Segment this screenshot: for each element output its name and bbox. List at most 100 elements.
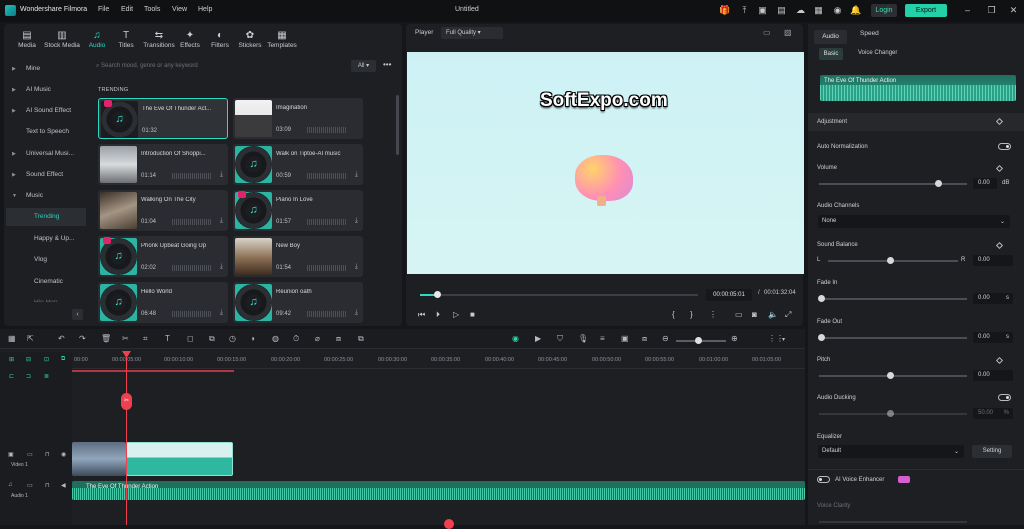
download-icon[interactable]: ⤓	[220, 171, 223, 179]
tool-audio[interactable]: ♫ Audio	[82, 30, 112, 49]
speed-icon[interactable]: ◷	[229, 334, 236, 343]
crop-zoom-icon[interactable]: ◻	[187, 334, 194, 343]
playhead[interactable]	[126, 352, 127, 525]
seek-bar[interactable]	[420, 294, 698, 296]
adjustment-header[interactable]: Adjustment	[808, 113, 1024, 131]
more-tools-icon[interactable]: ⧉	[358, 334, 364, 344]
previous-frame-icon[interactable]: ⏮	[418, 310, 425, 320]
voice-clarity-slider[interactable]	[819, 521, 967, 523]
volume-value[interactable]: 0.00	[973, 178, 997, 189]
fade-in-value[interactable]: 0.00 s	[973, 293, 1013, 304]
fade-in-handle[interactable]	[818, 295, 825, 302]
tool-stickers[interactable]: ✿ Stickers	[235, 30, 265, 49]
work-area-bar[interactable]	[72, 370, 234, 372]
save-icon[interactable]: ▣	[757, 5, 768, 16]
microphone-icon[interactable]: 🎙	[578, 334, 588, 343]
lock-icon[interactable]: ⊓	[45, 451, 50, 458]
text-icon[interactable]: T	[165, 334, 170, 343]
tab-audio[interactable]: Audio	[814, 30, 847, 44]
download-icon[interactable]: ⤓	[355, 217, 358, 225]
video-clip[interactable]	[72, 442, 126, 476]
play-back-icon[interactable]: ⏵	[436, 310, 440, 320]
close-icon[interactable]: ✕	[1008, 5, 1019, 16]
track-card[interactable]: Piano In Love 01:57 ⤓	[233, 190, 363, 231]
mark-out-icon[interactable]: }	[690, 310, 693, 319]
export-button[interactable]: Export	[905, 4, 947, 17]
download-icon[interactable]: ⤓	[355, 263, 358, 271]
balance-value[interactable]: 0.00	[973, 255, 1013, 266]
picture-in-picture-icon[interactable]: ⧈	[642, 334, 647, 344]
download-icon[interactable]: ⤓	[220, 263, 223, 271]
search-input[interactable]: ⌕ Search mood, genre or any keyword	[96, 59, 348, 73]
mark-in-icon[interactable]: {	[672, 310, 675, 319]
download-icon[interactable]: ⤓	[220, 217, 223, 225]
color-icon[interactable]: ◑	[250, 334, 255, 343]
fade-out-value[interactable]: 0.00 s	[973, 332, 1013, 343]
tool-templates[interactable]: ▦ Templates	[265, 30, 299, 49]
split-marker-icon[interactable]: ✂	[121, 393, 132, 410]
render-preview-icon[interactable]: ⋮	[709, 310, 717, 319]
folder-icon[interactable]: ▭	[27, 451, 33, 458]
bell-icon[interactable]: 🔔	[850, 5, 861, 16]
sidebar-item-ai-music[interactable]: ▶ AI Music	[6, 81, 86, 99]
snapshot-icon[interactable]: ▨	[784, 28, 792, 37]
upload-icon[interactable]: ⤒	[739, 5, 750, 16]
folder-icon[interactable]: ▭	[27, 482, 33, 489]
volume-slider-handle[interactable]	[935, 180, 942, 187]
tool-effects[interactable]: ✦ Effects	[175, 30, 205, 49]
volume-slider[interactable]	[819, 183, 967, 185]
play-icon[interactable]: ▷	[453, 310, 459, 319]
add-track-icon[interactable]: ⊞	[9, 356, 14, 363]
equalizer-dropdown[interactable]: Default ⌄	[818, 445, 964, 458]
cloud-icon[interactable]: ☁	[795, 5, 806, 16]
split-icon[interactable]: ✂	[122, 334, 129, 343]
sidebar-item-cinematic[interactable]: Cinematic	[6, 273, 86, 291]
layout-icon[interactable]: ▦	[8, 334, 16, 343]
track-card[interactable]: Phonk Upbeat Going Up 02:02 ⤓	[98, 236, 228, 277]
audio-channels-dropdown[interactable]: None ⌄	[818, 215, 1010, 228]
compare-view-icon[interactable]: ▭	[763, 28, 771, 37]
ducking-value[interactable]: 50.00%	[973, 408, 1013, 419]
quality-dropdown[interactable]: Full Quality ▾	[441, 27, 503, 39]
sidebar-item-ai-sound-effect[interactable]: ▶ AI Sound Effect	[6, 102, 86, 120]
collapse-sidebar-icon[interactable]: ‹	[72, 309, 83, 320]
snapshot-timeline-icon[interactable]: ▣	[621, 334, 629, 343]
track-settings-icon[interactable]: ≣	[44, 373, 49, 380]
lock-icon[interactable]: ⊓	[45, 482, 50, 489]
fade-out-handle[interactable]	[818, 334, 825, 341]
subtab-basic[interactable]: Basic	[819, 48, 843, 60]
select-tool-icon[interactable]: ⇱	[27, 334, 34, 343]
sidebar-item-more[interactable]: Hip Hop	[6, 294, 86, 302]
undo-icon[interactable]: ↶	[58, 334, 65, 343]
track-card[interactable]: Reunion oath 09:42 ⤓	[233, 282, 363, 323]
pitch-value[interactable]: 0.00	[973, 370, 1013, 381]
sidebar-item-text-to-speech[interactable]: Text to Speech	[6, 123, 86, 141]
menu-file[interactable]: File	[98, 6, 109, 13]
mask-icon[interactable]: ◍	[272, 334, 279, 343]
tool-stock-media[interactable]: ▥ Stock Media	[44, 30, 80, 49]
tool-filters[interactable]: ◐ Filters	[205, 30, 235, 49]
audio-ducking-toggle[interactable]	[998, 394, 1011, 401]
seek-handle[interactable]	[433, 291, 441, 298]
tool-titles[interactable]: T Titles	[111, 30, 141, 49]
more-options-icon[interactable]: •••	[383, 60, 391, 69]
snap-icon[interactable]: ⊡	[44, 356, 49, 363]
detach-icon[interactable]: ⧉	[209, 334, 215, 344]
duration-icon[interactable]: ⏱	[293, 334, 299, 344]
track-card[interactable]: Introduction Of Shoppi... 01:14 ⤓	[98, 144, 228, 185]
pitch-slider-handle[interactable]	[887, 372, 894, 379]
crop-icon[interactable]: ⌗	[143, 334, 148, 344]
login-button[interactable]: Login	[871, 4, 897, 17]
magnet-icon[interactable]: ⊏	[9, 373, 14, 380]
track-card[interactable]: New Boy 01:54 ⤓	[233, 236, 363, 277]
render-icon[interactable]: ▶	[535, 334, 541, 343]
balance-keyframe-icon[interactable]	[995, 241, 1004, 250]
delete-icon[interactable]: 🗑	[101, 334, 111, 343]
media-scrollbar[interactable]	[396, 95, 399, 155]
ducking-slider-handle[interactable]	[887, 410, 894, 417]
support-icon[interactable]: ◉	[832, 5, 843, 16]
track-card[interactable]: The Eve Of Thunder Act... 01:32	[98, 98, 228, 139]
fade-in-slider[interactable]	[819, 298, 967, 300]
menu-view[interactable]: View	[172, 6, 187, 13]
video-clip[interactable]	[126, 442, 233, 476]
